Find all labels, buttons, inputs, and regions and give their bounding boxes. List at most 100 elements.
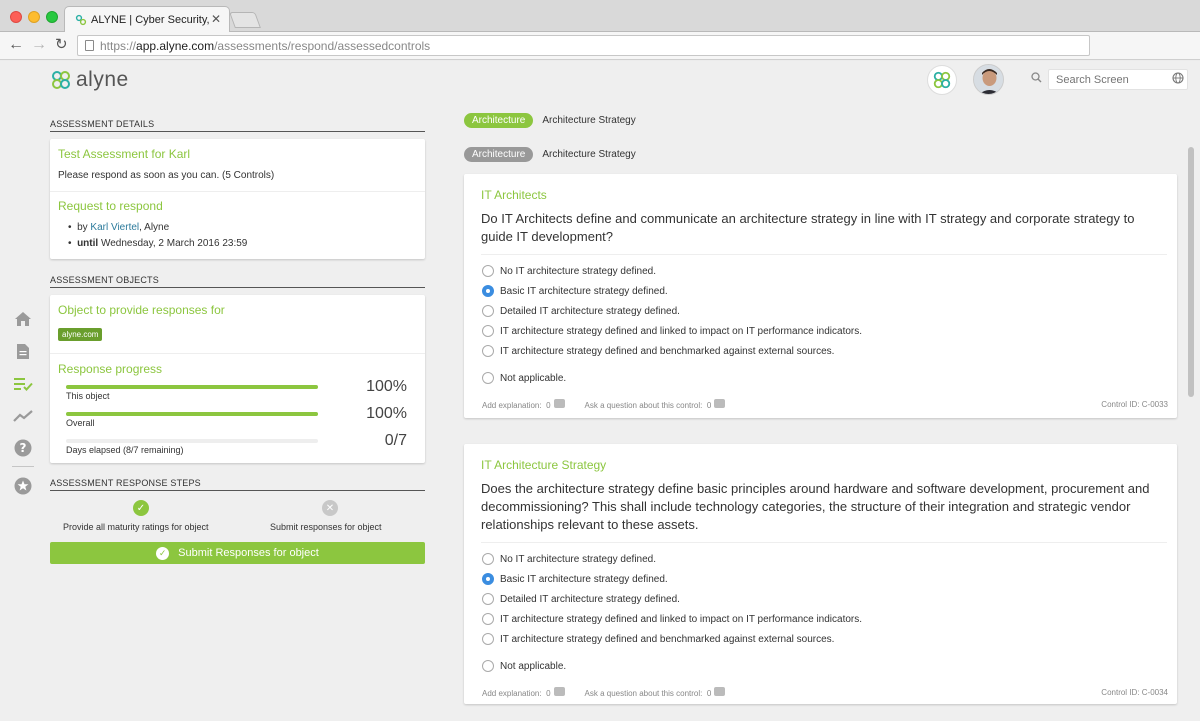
maturity-option[interactable]: Basic IT architecture strategy defined. — [482, 285, 668, 297]
maximize-window-button[interactable] — [46, 11, 58, 23]
breadcrumb-pill[interactable]: Architecture — [464, 147, 534, 162]
user-avatar[interactable] — [973, 64, 1004, 95]
bullet: • — [68, 238, 78, 249]
explanation-count: 0 — [546, 689, 551, 698]
comment-bubble-icon — [553, 687, 565, 696]
browser-tab-active[interactable]: ALYNE | Cyber Security, Ri ✕ — [64, 6, 230, 33]
ask-question-label: Ask a question about this control: — [584, 401, 703, 410]
requester-link[interactable]: Karl Viertel — [90, 222, 139, 233]
radio-button[interactable] — [482, 265, 494, 277]
page-scrollbar[interactable] — [1188, 147, 1194, 397]
url-domain: app.alyne.com — [136, 39, 215, 53]
back-arrow-icon[interactable]: ← — [8, 36, 24, 54]
comment-bubble-icon — [714, 687, 726, 696]
add-explanation-label: Add explanation: — [482, 401, 542, 410]
card-divider — [50, 191, 425, 192]
radio-button-selected[interactable] — [482, 573, 494, 585]
not-applicable-option[interactable]: Not applicable. — [482, 660, 566, 672]
control-card: IT Architecture Strategy Does the archit… — [464, 444, 1177, 704]
breadcrumb: Architecture Architecture Strategy — [464, 147, 636, 162]
radio-button-selected[interactable] — [482, 285, 494, 297]
option-label: IT architecture strategy defined and lin… — [500, 325, 863, 337]
reload-icon[interactable]: ↻ — [55, 36, 68, 54]
ask-question-label: Ask a question about this control: — [584, 689, 703, 698]
alyne-favicon-icon — [75, 14, 87, 26]
section-title-response-steps: ASSESSMENT RESPONSE STEPS — [50, 478, 425, 491]
radio-button[interactable] — [482, 553, 494, 565]
forward-arrow-icon[interactable]: → — [31, 36, 47, 54]
star-icon[interactable] — [12, 475, 34, 497]
maturity-option[interactable]: Detailed IT architecture strategy define… — [482, 593, 680, 605]
trend-icon[interactable] — [12, 405, 34, 427]
explanation-count: 0 — [546, 401, 551, 410]
radio-button[interactable] — [482, 305, 494, 317]
minimize-window-button[interactable] — [28, 11, 40, 23]
address-bar[interactable]: https://app.alyne.com/assessments/respon… — [77, 35, 1090, 56]
progress-label-overall: Overall — [66, 418, 95, 428]
assessment-description: Please respond as soon as you can. (5 Co… — [58, 170, 275, 181]
maturity-option[interactable]: No IT architecture strategy defined. — [482, 553, 656, 565]
close-window-button[interactable] — [10, 11, 22, 23]
radio-button[interactable] — [482, 372, 494, 384]
add-explanation-label: Add explanation: — [482, 689, 542, 698]
alyne-logo-icon — [52, 71, 70, 89]
add-explanation-link[interactable]: Add explanation: 0 — [482, 399, 565, 410]
globe-icon[interactable] — [1172, 72, 1184, 84]
radio-button[interactable] — [482, 593, 494, 605]
request-until-line: • until Wednesday, 2 March 2016 23:59 — [68, 238, 247, 249]
help-icon[interactable]: ? — [12, 437, 34, 459]
new-tab-button[interactable] — [229, 12, 261, 28]
tab-close-icon[interactable]: ✕ — [211, 12, 221, 26]
radio-button[interactable] — [482, 613, 494, 625]
search-input[interactable] — [1048, 69, 1188, 90]
logo-text: alyne — [76, 68, 129, 91]
control-id: Control ID: C-0034 — [1101, 688, 1168, 697]
app-viewport: alyne Search Screen ? ASSESSMENT DETAILS… — [0, 61, 1200, 721]
maturity-option[interactable]: IT architecture strategy defined and lin… — [482, 325, 862, 337]
step-incomplete-x-icon: ✕ — [322, 500, 338, 516]
document-icon[interactable] — [12, 340, 34, 362]
radio-button[interactable] — [482, 660, 494, 672]
maturity-option[interactable]: Detailed IT architecture strategy define… — [482, 305, 680, 317]
maturity-option[interactable]: No IT architecture strategy defined. — [482, 265, 656, 277]
sidenav-divider — [12, 466, 34, 467]
maturity-option[interactable]: IT architecture strategy defined and lin… — [482, 613, 862, 625]
request-by-line: • by Karl Viertel, Alyne — [68, 222, 169, 233]
option-label: IT architecture strategy defined and ben… — [500, 633, 835, 645]
option-label: No IT architecture strategy defined. — [500, 265, 657, 277]
ask-question-link[interactable]: Ask a question about this control: 0 — [585, 687, 726, 698]
url-text: https://app.alyne.com/assessments/respon… — [100, 39, 430, 53]
add-explanation-link[interactable]: Add explanation: 0 — [482, 687, 565, 698]
maturity-option[interactable]: IT architecture strategy defined and ben… — [482, 345, 834, 357]
not-applicable-option[interactable]: Not applicable. — [482, 372, 566, 384]
alyne-logo[interactable]: alyne — [50, 67, 129, 93]
maturity-option[interactable]: IT architecture strategy defined and ben… — [482, 633, 834, 645]
section-title-assessment-objects: ASSESSMENT OBJECTS — [50, 275, 425, 288]
radio-button[interactable] — [482, 633, 494, 645]
object-title: Object to provide responses for — [58, 303, 225, 317]
progress-bar-fill — [66, 385, 318, 389]
browser-toolbar: ← → ↻ https://app.alyne.com/assessments/… — [0, 32, 1200, 60]
breadcrumb-text: Architecture Strategy — [542, 115, 636, 126]
control-question: Do IT Architects define and communicate … — [481, 211, 1135, 244]
ask-question-link[interactable]: Ask a question about this control: 0 — [585, 399, 726, 410]
until-date: Wednesday, 2 March 2016 23:59 — [100, 238, 248, 249]
assessment-details-card: Test Assessment for Karl Please respond … — [50, 139, 425, 259]
until-label: until — [77, 238, 99, 249]
radio-button[interactable] — [482, 325, 494, 337]
home-icon[interactable] — [12, 308, 34, 330]
progress-bar-days — [66, 439, 318, 443]
org-badge[interactable] — [927, 65, 957, 95]
progress-value-this-object: 100% — [366, 378, 407, 395]
radio-button[interactable] — [482, 345, 494, 357]
control-footer: Add explanation: 0 Ask a question about … — [482, 399, 726, 410]
request-title: Request to respond — [58, 199, 163, 213]
breadcrumb-pill[interactable]: Architecture — [464, 113, 534, 128]
card-divider — [481, 254, 1167, 255]
submit-responses-button[interactable]: ✓ Submit Responses for object — [50, 542, 425, 564]
checklist-icon[interactable] — [12, 373, 34, 395]
option-label: No IT architecture strategy defined. — [500, 553, 657, 565]
maturity-option[interactable]: Basic IT architecture strategy defined. — [482, 573, 668, 585]
object-pill[interactable]: alyne.com — [58, 328, 103, 341]
search-icon[interactable] — [1031, 72, 1042, 83]
